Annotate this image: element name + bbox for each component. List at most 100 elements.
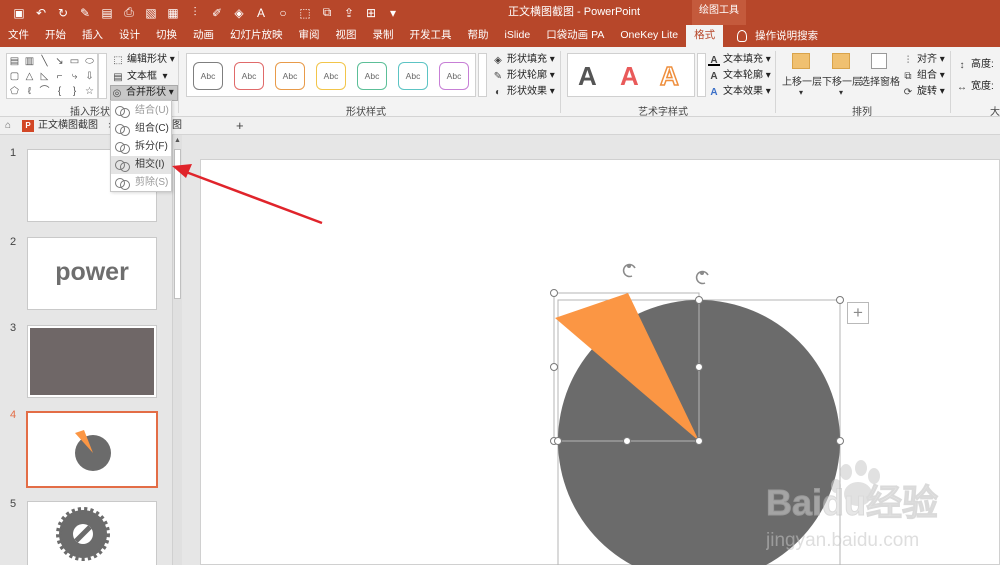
- thumbnail-scrollbar[interactable]: ▲: [172, 135, 182, 565]
- rectangle-shape-icon[interactable]: ▭: [67, 54, 82, 69]
- shape-style-swatch[interactable]: Abc: [357, 62, 387, 90]
- document-tab[interactable]: P 正文横图截图 ×: [22, 117, 114, 135]
- menu-item-combine[interactable]: 组合(C): [111, 120, 171, 138]
- tab-review[interactable]: 审阅: [291, 25, 328, 47]
- shape-style-scroll[interactable]: [478, 53, 487, 97]
- shape-style-swatch[interactable]: Abc: [275, 62, 305, 90]
- align-icon[interactable]: ⫶: [184, 0, 206, 25]
- bring-forward-button[interactable]: 上移一层 ▾: [782, 51, 822, 101]
- text-box-button[interactable]: ▤ 文本框 ▾: [112, 69, 167, 85]
- undo-icon[interactable]: ↶: [30, 0, 52, 25]
- tab-record[interactable]: 录制: [365, 25, 402, 47]
- print-preview-icon[interactable]: ⎙: [118, 0, 140, 25]
- tab-format[interactable]: 格式: [686, 25, 724, 47]
- wordart-scroll[interactable]: [697, 53, 706, 97]
- menu-item-intersect[interactable]: 相交(I): [111, 156, 171, 174]
- tab-developer[interactable]: 开发工具: [402, 25, 460, 47]
- slide-thumbnail-5[interactable]: [27, 501, 157, 565]
- down-arrow-shape-icon[interactable]: ⇩: [82, 69, 97, 84]
- add-element-button[interactable]: +: [847, 302, 869, 324]
- text-fill-button[interactable]: A 文本填充 ▾: [708, 52, 771, 68]
- circle-icon[interactable]: ○: [272, 0, 294, 25]
- tab-insert[interactable]: 插入: [74, 25, 111, 47]
- shape-gallery[interactable]: ▤ ▥ ╲ ↘ ▭ ⬭ ▢ △ ◺ ⌐ ⤷ ⇩ ⬠ ℓ ⌒ { } ☆: [6, 53, 98, 99]
- add-tab-button[interactable]: +: [236, 117, 244, 135]
- tab-home[interactable]: 开始: [37, 25, 74, 47]
- tell-me-search[interactable]: 操作说明搜索: [729, 25, 826, 47]
- rotate-button[interactable]: ⟳ 旋转 ▾: [902, 84, 945, 100]
- tab-islide[interactable]: iSlide: [497, 25, 539, 47]
- new-slide-icon[interactable]: ▤: [96, 0, 118, 25]
- arc-shape-icon[interactable]: ⌒: [37, 84, 52, 99]
- shape-style-swatch[interactable]: Abc: [193, 62, 223, 90]
- shape-style-swatch[interactable]: Abc: [234, 62, 264, 90]
- right-brace-shape-icon[interactable]: }: [67, 84, 82, 99]
- tab-onekey-lite[interactable]: OneKey Lite: [612, 25, 686, 47]
- shape-style-swatch[interactable]: Abc: [398, 62, 428, 90]
- distribute-icon[interactable]: ⊞: [360, 0, 382, 25]
- vertical-textbox-shape-icon[interactable]: ▥: [22, 54, 37, 69]
- width-field[interactable]: ↔ 宽度:: [956, 79, 994, 95]
- scroll-thumb[interactable]: [174, 149, 181, 299]
- slide-thumbnail-2[interactable]: power: [27, 237, 157, 310]
- shape-gallery-scroll[interactable]: [98, 53, 107, 99]
- tab-transitions[interactable]: 切换: [148, 25, 185, 47]
- shape-style-swatch[interactable]: Abc: [316, 62, 346, 90]
- shape-style-gallery[interactable]: Abc Abc Abc Abc Abc Abc Abc: [186, 53, 476, 97]
- merge-shapes-button[interactable]: ◎ 合并形状 ▾: [110, 85, 178, 101]
- wordart-style-plain[interactable]: A: [578, 58, 597, 94]
- document-tab-partial[interactable]: 图: [172, 117, 182, 135]
- pin-icon[interactable]: ⌂: [5, 120, 11, 131]
- screenshot-icon[interactable]: ▧: [140, 0, 162, 25]
- pentagon-shape-icon[interactable]: ⬠: [7, 84, 22, 99]
- tab-design[interactable]: 设计: [111, 25, 148, 47]
- height-field[interactable]: ↕ 高度:: [956, 57, 994, 73]
- curved-connector-shape-icon[interactable]: ⤷: [67, 69, 82, 84]
- edit-shape-button[interactable]: ⬚ 编辑形状 ▾: [112, 52, 175, 68]
- format-painter-icon[interactable]: ✎: [74, 0, 96, 25]
- rounded-rectangle-shape-icon[interactable]: ▢: [7, 69, 22, 84]
- elbow-connector-shape-icon[interactable]: ⌐: [52, 69, 67, 84]
- wordart-style-outline[interactable]: A: [659, 58, 679, 94]
- tab-view[interactable]: 视图: [328, 25, 365, 47]
- freeform-shape-icon[interactable]: ℓ: [22, 84, 37, 99]
- align-button[interactable]: ⫶ 对齐 ▾: [902, 52, 945, 68]
- tab-help[interactable]: 帮助: [460, 25, 497, 47]
- tab-animations[interactable]: 动画: [185, 25, 222, 47]
- text-effects-button[interactable]: A 文本效果 ▾: [708, 84, 770, 100]
- tab-slideshow[interactable]: 幻灯片放映: [222, 25, 291, 47]
- bring-forward-icon[interactable]: ⇪: [338, 0, 360, 25]
- wordart-style-red[interactable]: A: [620, 58, 639, 94]
- rotate-handle-icon[interactable]: [622, 263, 709, 285]
- line-shape-icon[interactable]: ╲: [37, 54, 52, 69]
- arrow-line-shape-icon[interactable]: ↘: [52, 54, 67, 69]
- oval-shape-icon[interactable]: ⬭: [82, 54, 97, 69]
- slide-thumbnail-3[interactable]: [27, 325, 157, 398]
- menu-item-subtract[interactable]: 剪除(S): [111, 174, 171, 192]
- fill-color-icon[interactable]: ◈: [228, 0, 250, 25]
- triangle-shape-icon[interactable]: △: [22, 69, 37, 84]
- save-icon[interactable]: ▣: [8, 0, 30, 25]
- tab-file[interactable]: 文件: [0, 25, 37, 47]
- left-brace-shape-icon[interactable]: {: [52, 84, 67, 99]
- textbox-shape-icon[interactable]: ▤: [7, 54, 22, 69]
- text-outline-button[interactable]: A 文本轮廓 ▾: [708, 68, 770, 84]
- selection-pane-button[interactable]: 选择窗格: [860, 51, 900, 101]
- group-icon[interactable]: ⧉: [316, 0, 338, 25]
- slide-thumbnail-4[interactable]: [26, 411, 158, 488]
- eyedropper-icon[interactable]: ✐: [206, 0, 228, 25]
- star-shape-icon[interactable]: ☆: [82, 84, 97, 99]
- right-triangle-shape-icon[interactable]: ◺: [37, 69, 52, 84]
- select-icon[interactable]: ⬚: [294, 0, 316, 25]
- shape-effects-button[interactable]: ◐ 形状效果 ▾: [492, 84, 555, 100]
- wordart-gallery[interactable]: A A A: [567, 53, 695, 97]
- scroll-up-icon[interactable]: ▲: [174, 137, 181, 144]
- shape-style-swatch[interactable]: Abc: [439, 62, 469, 90]
- font-color-icon[interactable]: A: [250, 0, 272, 25]
- send-backward-button[interactable]: 下移一层 ▾: [822, 51, 862, 101]
- tab-pocket-animation[interactable]: 口袋动画 PA: [538, 25, 612, 47]
- more-icon[interactable]: ▾: [382, 0, 404, 25]
- menu-item-union[interactable]: 结合(U): [111, 102, 171, 120]
- redo-icon[interactable]: ↻: [52, 0, 74, 25]
- shape-outline-button[interactable]: ✎ 形状轮廓 ▾: [492, 68, 555, 84]
